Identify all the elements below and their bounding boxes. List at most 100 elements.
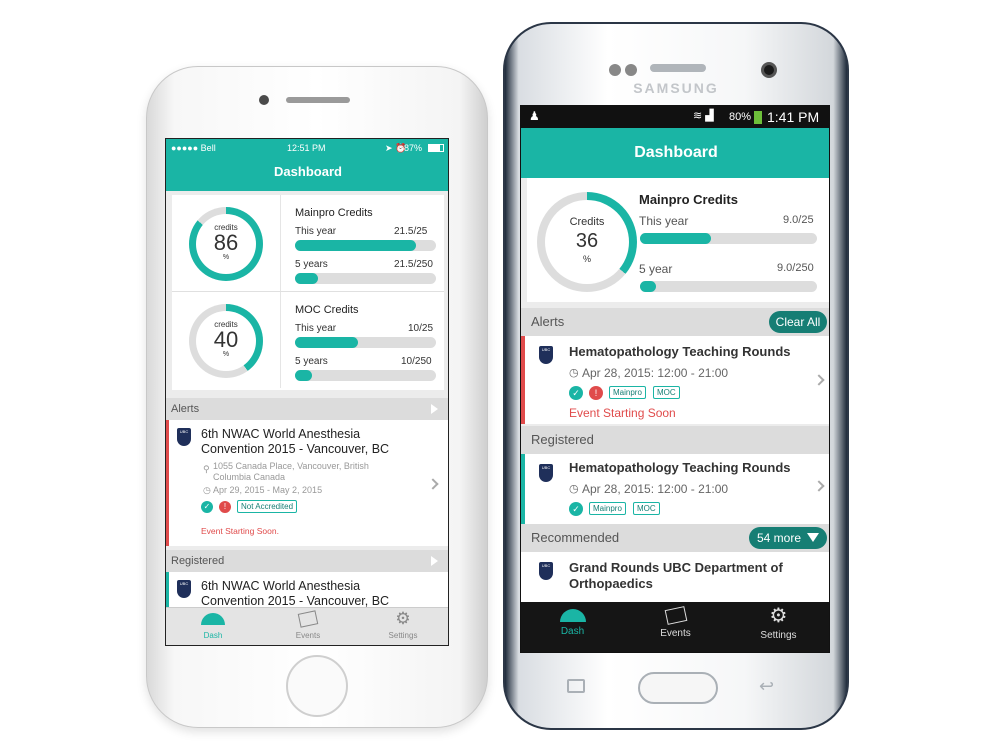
event-warning: Event Starting Soon xyxy=(569,406,676,420)
location-pin-icon: ⚲ xyxy=(203,464,210,474)
this-year-value: 10/25 xyxy=(408,323,434,334)
registered-event-item[interactable]: UBC 6th NWAC World Anesthesia Convention… xyxy=(166,572,448,612)
recent-apps-icon[interactable] xyxy=(567,679,585,693)
more-button[interactable]: 54 more xyxy=(749,527,827,549)
clock-icon: ◷ xyxy=(569,483,579,495)
chevron-right-icon xyxy=(427,478,439,490)
mainpro-tag: Mainpro xyxy=(609,386,646,399)
play-arrow-icon xyxy=(431,556,438,566)
this-year-label: This year xyxy=(295,226,337,237)
ring-unit: % xyxy=(582,254,591,264)
check-icon: ✓ xyxy=(201,501,213,513)
alert-event-item[interactable]: UBC 6th NWAC World Anesthesia Convention… xyxy=(166,420,448,546)
five-years-value: 10/250 xyxy=(401,356,432,367)
home-button[interactable] xyxy=(286,655,348,717)
check-icon: ✓ xyxy=(569,386,583,400)
this-year-bar xyxy=(295,337,436,348)
alert-icon: ! xyxy=(589,386,603,400)
registered-label: Registered xyxy=(171,555,225,567)
alert-event-item[interactable]: UBC Hematopathology Teaching Rounds ◷ Ap… xyxy=(521,336,829,424)
ubc-logo-icon: UBC xyxy=(177,580,191,598)
battery-charging-icon xyxy=(754,111,762,124)
registered-section-header: Registered xyxy=(521,426,829,454)
mainpro-tag: Mainpro xyxy=(589,502,626,515)
tab-events[interactable]: Events xyxy=(624,602,727,652)
carrier-label: ●●●●● Bell xyxy=(171,143,216,153)
ubc-logo-icon: UBC xyxy=(539,346,553,364)
not-accredited-badge: Not Accredited xyxy=(237,500,298,513)
this-year-bar xyxy=(295,240,436,251)
this-year-label: This year xyxy=(639,214,689,228)
earpiece-speaker xyxy=(286,97,350,103)
event-dates: Apr 29, 2015 - May 2, 2015 xyxy=(213,485,323,495)
mainpro-title: Mainpro Credits xyxy=(295,207,373,219)
five-years-bar xyxy=(295,273,436,284)
caret-down-icon xyxy=(807,533,819,542)
ring-value: 40 xyxy=(213,327,239,352)
event-warning: Event Starting Soon. xyxy=(201,526,279,536)
mainpro-progress-ring: Credits 36 % xyxy=(537,192,637,292)
ubc-logo-icon: UBC xyxy=(539,562,553,580)
back-icon[interactable]: ↩ xyxy=(759,676,774,697)
tab-label: Events xyxy=(660,628,691,639)
tab-dash[interactable]: Dash xyxy=(166,608,260,645)
event-title: 6th NWAC World Anesthesia Convention 201… xyxy=(201,579,390,608)
clear-all-button[interactable]: Clear All xyxy=(769,311,827,333)
tab-settings[interactable]: ⚙ Settings xyxy=(356,608,448,645)
ring-label: Credits xyxy=(569,216,605,228)
status-time: 12:51 PM xyxy=(287,143,326,153)
ring-unit: % xyxy=(222,254,230,261)
front-camera xyxy=(761,62,777,78)
tab-bar: Dash Events ⚙ Settings xyxy=(166,607,448,645)
registered-event-item[interactable]: UBC Hematopathology Teaching Rounds ◷ Ap… xyxy=(521,454,829,524)
clock-icon: ◷ xyxy=(203,485,211,495)
recommended-event-item[interactable]: UBC Grand Rounds UBC Department of Ortho… xyxy=(521,552,829,602)
wifi-signal-icon: ≋ ▟ xyxy=(693,110,714,122)
event-time: Apr 28, 2015: 12:00 - 21:00 xyxy=(582,482,729,496)
moc-tag: MOC xyxy=(653,386,680,399)
event-title: Hematopathology Teaching Rounds xyxy=(569,460,791,475)
chevron-right-icon xyxy=(813,374,825,386)
tab-label: Dash xyxy=(203,631,223,640)
tab-label: Settings xyxy=(388,631,418,640)
five-year-bar xyxy=(640,281,817,292)
divider xyxy=(280,292,281,388)
tab-bar: Dash Events ⚙ Settings xyxy=(521,602,829,652)
check-icon: ✓ xyxy=(569,502,583,516)
play-arrow-icon xyxy=(431,404,438,414)
status-time: 1:41 PM xyxy=(767,109,820,125)
samsung-screen: ♟ ≋ ▟ 80% 1:41 PM Dashboard Credits 36 %… xyxy=(520,105,830,653)
registered-section-header[interactable]: Registered xyxy=(166,550,448,572)
tab-settings[interactable]: ⚙ Settings xyxy=(727,602,829,652)
battery-percent: 87% xyxy=(404,143,423,153)
earpiece-speaker xyxy=(650,64,706,72)
mainpro-card[interactable]: Credits 36 % Mainpro Credits This year 9… xyxy=(527,178,829,302)
event-title: Hematopathology Teaching Rounds xyxy=(569,344,791,359)
alerts-section-header[interactable]: Alerts xyxy=(166,398,448,420)
tab-events[interactable]: Events xyxy=(261,608,355,645)
battery-icon xyxy=(428,144,444,152)
ring-value: 86 xyxy=(213,230,239,255)
this-year-value: 9.0/25 xyxy=(783,214,814,226)
home-button[interactable] xyxy=(638,672,718,704)
mainpro-card[interactable]: credits 86 % Mainpro Credits This year 2… xyxy=(172,195,444,291)
five-years-bar xyxy=(295,370,436,381)
event-title: Grand Rounds UBC Department of Orthopaed… xyxy=(569,560,783,591)
five-year-value: 9.0/250 xyxy=(777,262,814,274)
five-year-label: 5 year xyxy=(639,262,673,276)
speedometer-icon xyxy=(201,613,225,625)
event-title: 6th NWAC World Anesthesia Convention 201… xyxy=(201,427,390,456)
ring-value: 36 xyxy=(575,230,599,252)
moc-card[interactable]: credits 40 % MOC Credits This year 10/25… xyxy=(172,292,444,390)
clock-icon: ◷ xyxy=(569,367,579,379)
sensor xyxy=(625,64,637,76)
tab-label: Settings xyxy=(760,630,797,641)
divider xyxy=(280,195,281,291)
alerts-label: Alerts xyxy=(531,314,565,329)
gear-icon: ⚙ xyxy=(395,609,411,628)
sensor xyxy=(609,64,621,76)
status-bar: ♟ ≋ ▟ 80% 1:41 PM xyxy=(521,106,829,128)
speedometer-icon xyxy=(559,609,586,622)
tab-dash[interactable]: Dash xyxy=(521,602,624,652)
more-label: 54 more xyxy=(757,531,802,545)
